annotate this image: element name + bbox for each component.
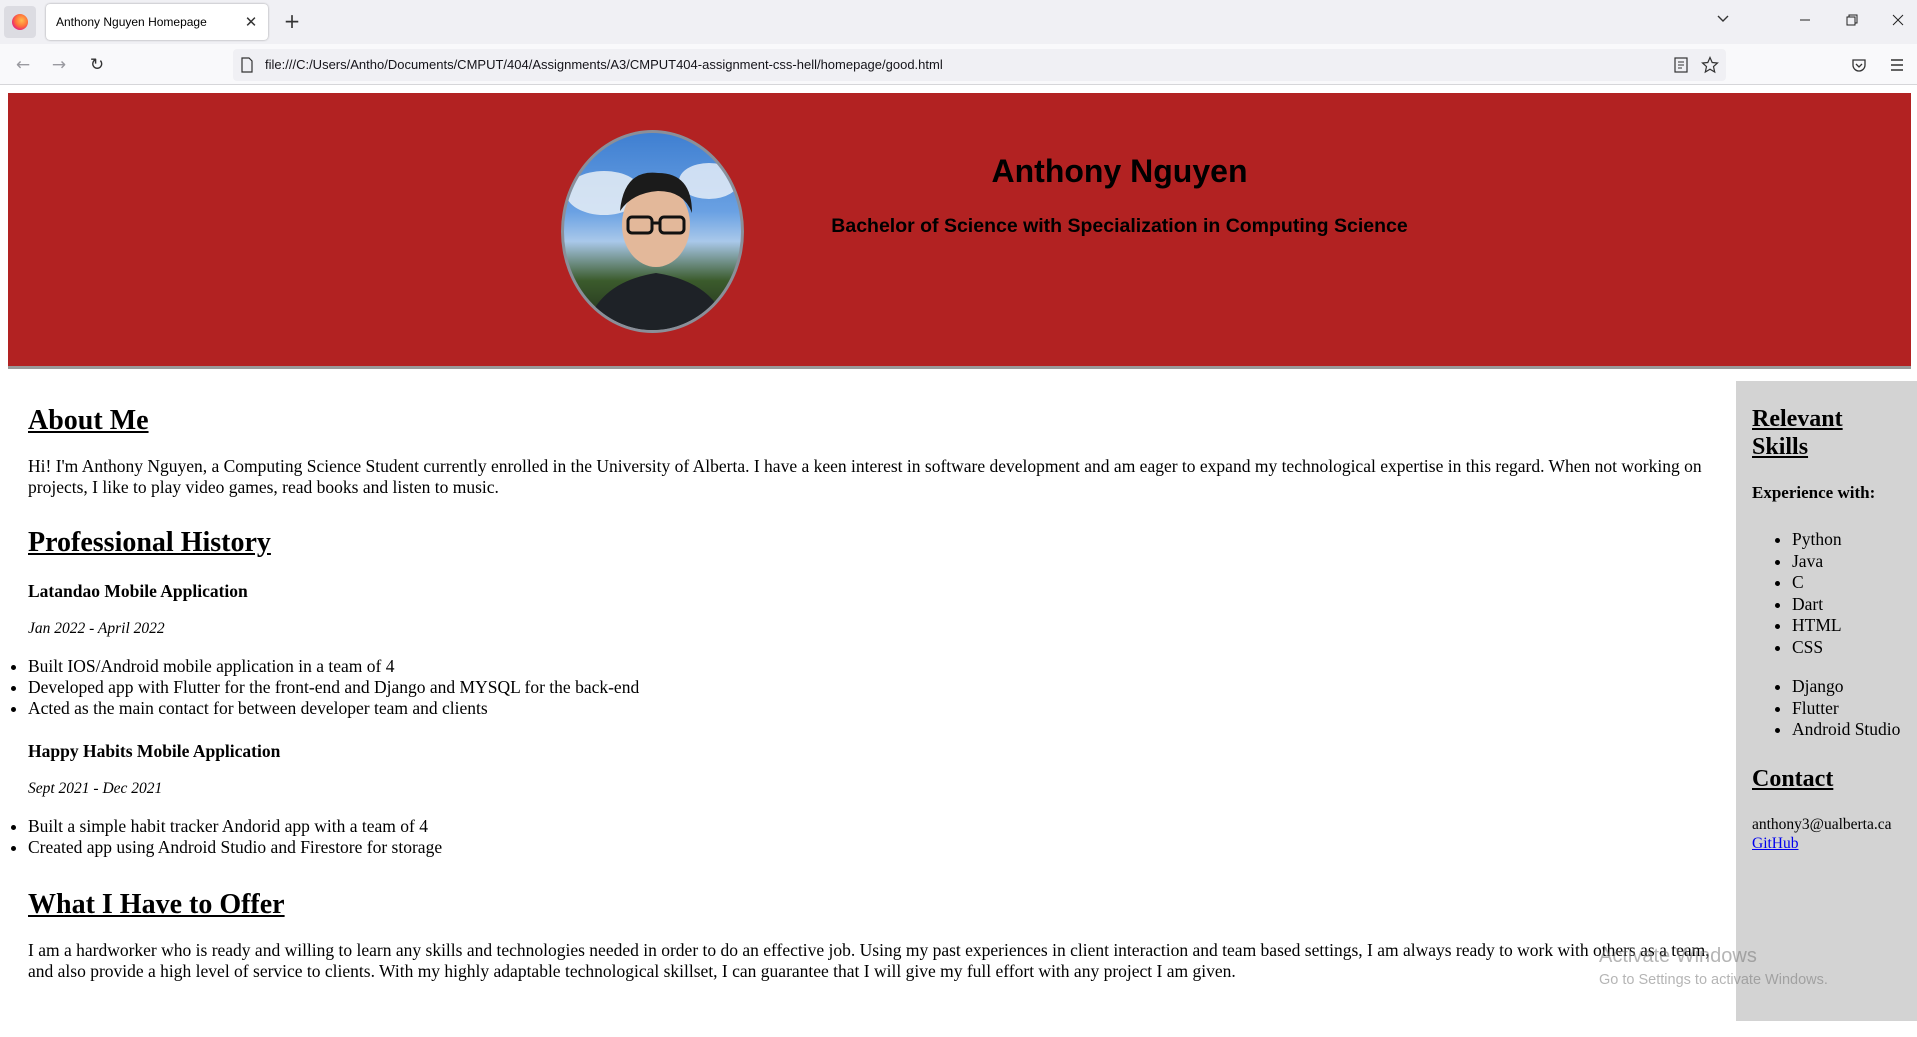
minimize-icon[interactable] <box>1790 8 1820 36</box>
list-item: Created app using Android Studio and Fir… <box>28 837 1728 858</box>
job-title: Latandao Mobile Application <box>28 581 248 602</box>
tab-close-icon[interactable]: ✕ <box>242 13 260 31</box>
degree-subtitle: Bachelor of Science with Specialization … <box>831 215 1408 237</box>
list-item: Built a simple habit tracker Andorid app… <box>28 816 1728 837</box>
firefox-menu-button[interactable] <box>4 6 36 38</box>
browser-tab[interactable]: Anthony Nguyen Homepage ✕ <box>46 4 268 40</box>
main-content: About Me Hi! I'm Anthony Nguyen, a Compu… <box>28 380 1728 1010</box>
navigation-toolbar: ← → ↻ file:///C:/Users/Antho/Documents/C… <box>0 44 1917 85</box>
list-item: HTML <box>1792 615 1901 637</box>
close-icon[interactable] <box>1883 8 1913 36</box>
page-icon <box>241 57 253 73</box>
back-icon[interactable]: ← <box>10 52 36 78</box>
tab-strip: Anthony Nguyen Homepage ✕ + <box>0 0 1917 44</box>
about-text: Hi! I'm Anthony Nguyen, a Computing Scie… <box>28 455 1702 497</box>
list-item: Flutter <box>1792 698 1901 720</box>
reload-icon[interactable]: ↻ <box>84 52 110 78</box>
firefox-icon <box>12 14 28 30</box>
list-item: Developed app with Flutter for the front… <box>28 677 1728 698</box>
experience-label: Experience with: <box>1752 483 1876 502</box>
menu-icon[interactable] <box>1889 57 1905 73</box>
job-duties: Built a simple habit tracker Andorid app… <box>14 816 1728 858</box>
job-dates: Sept 2021 - Dec 2021 <box>28 780 163 798</box>
languages-list: Python Java C Dart HTML CSS <box>1752 529 1901 658</box>
contact-heading: Contact <box>1752 765 1834 792</box>
page-header: Anthony Nguyen Bachelor of Science with … <box>8 93 1911 369</box>
contact-info: anthony3@ualberta.ca GitHub <box>1752 815 1901 853</box>
list-item: Java <box>1792 551 1901 573</box>
tab-title: Anthony Nguyen Homepage <box>56 15 207 29</box>
offer-text: I am a hardworker who is ready and willi… <box>28 939 1710 981</box>
list-item: Android Studio <box>1792 719 1901 741</box>
frameworks-list: Django Flutter Android Studio <box>1752 676 1901 741</box>
new-tab-button[interactable]: + <box>280 10 304 34</box>
activation-watermark-title: Activate Windows <box>1599 945 1757 967</box>
list-item: Acted as the main contact for between de… <box>28 698 1728 719</box>
list-item: Built IOS/Android mobile application in … <box>28 656 1728 677</box>
url-text[interactable]: file:///C:/Users/Antho/Documents/CMPUT/4… <box>265 49 943 81</box>
reader-view-icon[interactable] <box>1673 57 1689 73</box>
list-item: CSS <box>1792 637 1901 659</box>
site-title: Anthony Nguyen <box>991 153 1248 189</box>
activation-watermark-text: Go to Settings to activate Windows. <box>1599 972 1828 988</box>
job-dates: Jan 2022 - April 2022 <box>28 620 165 638</box>
skills-heading: Relevant Skills <box>1752 406 1843 460</box>
chevron-down-icon[interactable] <box>1708 8 1738 36</box>
list-item: Django <box>1792 676 1901 698</box>
list-item: Python <box>1792 529 1901 551</box>
url-bar[interactable]: file:///C:/Users/Antho/Documents/CMPUT/4… <box>233 49 1726 81</box>
restore-icon[interactable] <box>1837 8 1867 36</box>
github-link[interactable]: GitHub <box>1752 835 1799 852</box>
job-title: Happy Habits Mobile Application <box>28 741 281 762</box>
sidebar: Relevant Skills Experience with: Python … <box>1736 381 1917 1021</box>
forward-icon[interactable]: → <box>46 52 72 78</box>
list-item: C <box>1792 572 1901 594</box>
pocket-icon[interactable] <box>1851 57 1867 73</box>
contact-email: anthony3@ualberta.ca <box>1752 815 1892 833</box>
list-item: Dart <box>1792 594 1901 616</box>
about-heading: About Me <box>28 405 149 436</box>
bookmark-star-icon[interactable] <box>1701 56 1719 74</box>
history-heading: Professional History <box>28 526 271 558</box>
offer-heading: What I Have to Offer <box>28 889 285 921</box>
job-duties: Built IOS/Android mobile application in … <box>14 656 1728 719</box>
